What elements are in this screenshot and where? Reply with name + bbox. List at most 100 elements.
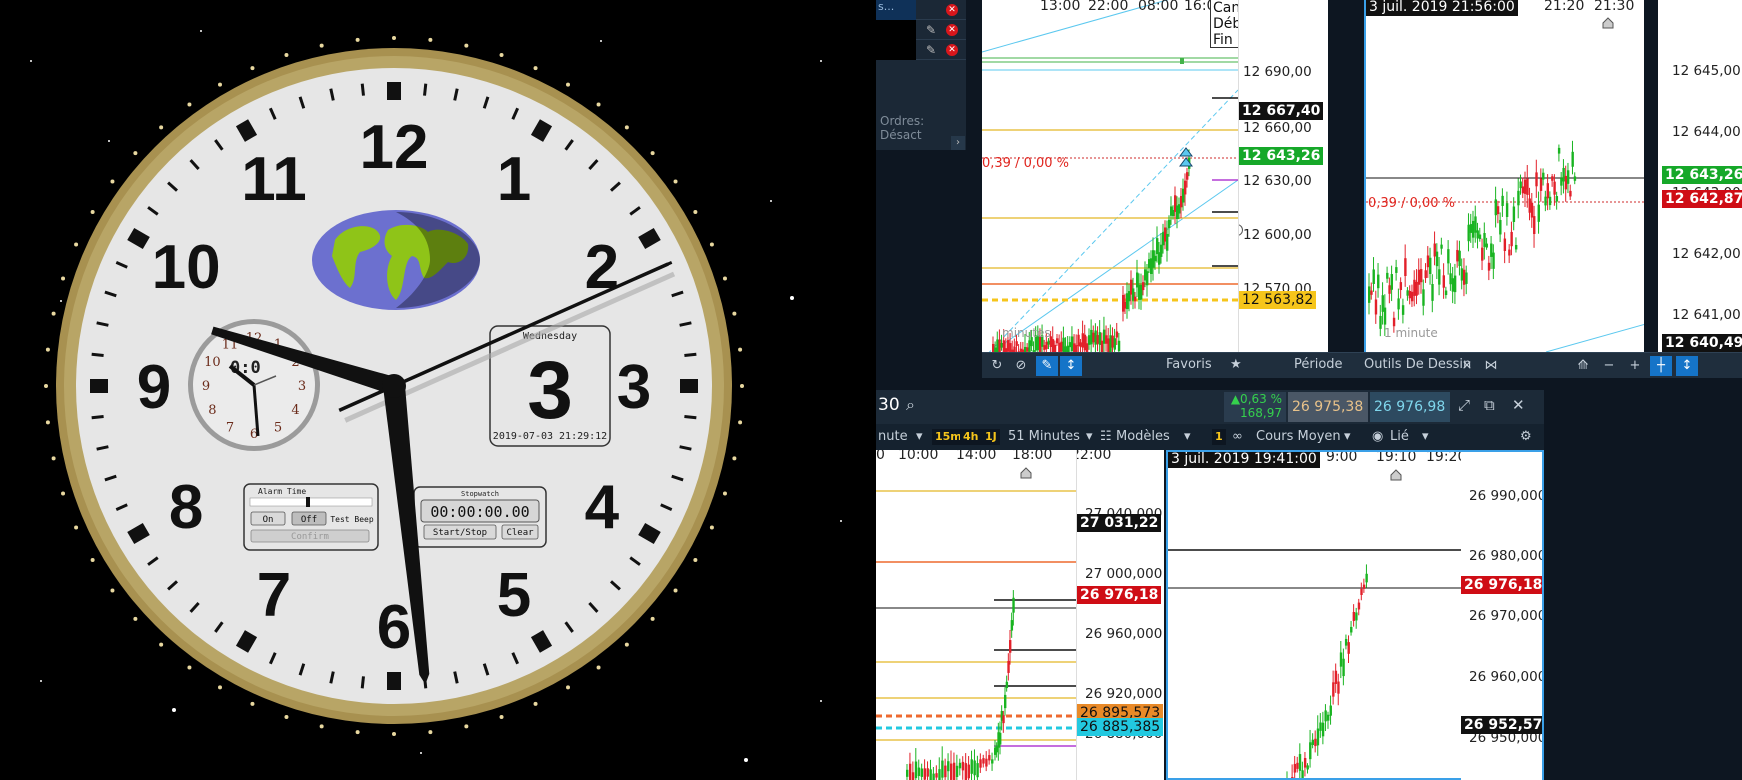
candle-body — [1332, 682, 1335, 697]
candle-body — [1512, 206, 1516, 223]
refresh-icon[interactable]: ↻ — [986, 356, 1008, 376]
interval-dropdown[interactable]: nute — [878, 429, 908, 444]
candle-body — [1413, 279, 1416, 296]
chart-nasdaq-1min[interactable]: 3 juil. 2019 21:56:00 21:20 21:30 0,39 /… — [1364, 0, 1644, 352]
price-label: 26 920,000 — [1085, 686, 1163, 702]
candle-body — [1460, 268, 1464, 281]
candlestick-series — [992, 149, 1191, 352]
order-row[interactable]: ✎ ✕ — [876, 20, 966, 40]
alarm-on-button[interactable]: On — [250, 511, 286, 526]
alarm-slider-handle[interactable] — [306, 497, 310, 507]
period-button[interactable]: Période — [1294, 357, 1343, 372]
candle-body — [1530, 202, 1534, 218]
interval-select[interactable]: 51 Minutes — [1008, 429, 1080, 444]
zoom-out-icon[interactable]: − — [1598, 356, 1620, 376]
candle-body — [1362, 584, 1366, 589]
chevron-down-icon[interactable]: ▾ — [1422, 429, 1429, 444]
popout-icon[interactable]: ⧉ — [1484, 396, 1495, 414]
crosshair-tool-icon[interactable]: ┼ — [1650, 356, 1672, 376]
price-axis[interactable]: 12 645,00 12 644,00 12 643,00 12 642,00 … — [1658, 0, 1742, 352]
orders-panel: s... ✕ ✎ ✕ ✎ ✕ Ordres: Désact › — [876, 0, 966, 150]
star-icon[interactable]: ★ — [1230, 357, 1242, 372]
close-order-icon[interactable]: ✕ — [946, 44, 958, 56]
zoom-in-icon[interactable]: + — [1624, 356, 1646, 376]
candle-body — [1077, 334, 1080, 347]
outer-marker — [673, 179, 678, 184]
chevron-down-icon[interactable]: ▾ — [1086, 429, 1093, 444]
vertical-tool-icon[interactable]: ↕ — [1676, 356, 1698, 376]
candle-body — [1352, 611, 1356, 621]
candle-body — [1368, 286, 1371, 303]
candle-body — [1397, 298, 1400, 310]
price-label: 26 960,000 — [1469, 669, 1544, 685]
linked-dropdown[interactable]: Lié — [1390, 429, 1409, 444]
alarm-test-button[interactable]: Test Beep — [330, 515, 374, 524]
candle-body — [1146, 271, 1149, 286]
price-axis[interactable]: 26 990,000 26 980,000 26 970,000 26 960,… — [1461, 450, 1544, 780]
ask-price[interactable]: 26 976,98 — [1370, 392, 1450, 422]
gear-icon[interactable]: ⚙ — [1520, 429, 1532, 444]
price-label: 12 630,00 — [1243, 173, 1312, 189]
candle-body — [1075, 345, 1078, 352]
candle-body — [1096, 335, 1099, 344]
candle-body — [1555, 196, 1559, 202]
chart-dow-1min[interactable]: 3 juil. 2019 19:41:00 9:00 19:10 19:20 — [1166, 450, 1461, 780]
close-icon[interactable]: ✕ — [1512, 396, 1525, 414]
candle-body — [1321, 722, 1325, 737]
candle-body — [970, 759, 973, 774]
draw-pencil-icon[interactable]: ✎ — [1036, 356, 1058, 376]
candle-body — [998, 339, 1001, 352]
candle-body — [1360, 588, 1363, 595]
stopwatch-clear-button[interactable]: Clear — [501, 524, 539, 540]
alarm-off-button[interactable]: Off — [291, 511, 327, 526]
chevron-down-icon[interactable]: ▾ — [1184, 429, 1191, 444]
interval-1j-button[interactable]: 1J — [982, 429, 1000, 445]
chevron-right-icon[interactable]: › — [951, 136, 965, 150]
indicator-count[interactable]: 1 — [1212, 429, 1226, 445]
stopwatch-start-stop-button[interactable]: Start/Stop — [423, 524, 497, 540]
candle-body — [952, 762, 956, 780]
candle-body — [1467, 224, 1470, 242]
candle-body — [992, 343, 995, 352]
indicator-dropdown[interactable]: Cours Moyen — [1256, 429, 1341, 444]
alarm-time-slider[interactable] — [249, 497, 373, 507]
edit-pencil-icon[interactable]: ✎ — [926, 23, 936, 37]
outer-marker — [693, 210, 698, 214]
chevron-down-icon[interactable]: ▾ — [916, 429, 923, 444]
layout-icon[interactable]: ⟰ — [1572, 356, 1594, 376]
candle-body — [1453, 275, 1457, 293]
edit-pencil-icon[interactable]: ✎ — [926, 43, 936, 57]
instrument-title: 30 — [878, 395, 900, 415]
templates-button[interactable]: Modèles — [1116, 429, 1170, 444]
price-axis[interactable]: 22:00 27 040,000 27 000,000 26 960,000 2… — [1076, 450, 1164, 780]
alarm-confirm-button[interactable]: Confirm — [250, 529, 370, 543]
interval-4h-button[interactable]: 4h — [960, 429, 982, 445]
maximize-icon[interactable]: ⤢ — [1458, 396, 1470, 414]
candle-body — [1388, 285, 1391, 294]
candle-body — [1478, 234, 1482, 240]
chart-dow-51min[interactable]: 0 10:00 14:00 18:00 — [876, 450, 1076, 780]
indicator-icon[interactable]: ⨯ — [1456, 356, 1478, 376]
dow-chart-window: 30 ⌕ ▲0,63 % 168,97 26 975,38 26 976,98 … — [876, 390, 1544, 780]
chevron-down-icon[interactable]: ▾ — [1344, 429, 1351, 444]
bid-price[interactable]: 26 975,38 — [1288, 392, 1368, 422]
search-icon[interactable]: ⌕ — [906, 395, 915, 415]
candle-body — [1314, 738, 1317, 747]
outer-marker — [650, 616, 655, 621]
alarm-title: Alarm Time — [258, 487, 306, 496]
strategy-icon[interactable]: ⋈ — [1480, 356, 1502, 376]
candle-body — [1539, 178, 1543, 191]
price-axis[interactable]: 12 690,00 12 660,00 12 630,00 12 600,00 … — [1238, 0, 1328, 352]
date-panel: Wednesday 3 2019-07-03 21:29:12 — [489, 325, 611, 447]
candle-body — [1060, 341, 1063, 352]
close-order-icon[interactable]: ✕ — [946, 24, 958, 36]
chart-nasdaq-10min[interactable]: 13:00 22:00 08:00 16:00 0,39 / 0,00 % mi… — [982, 0, 1238, 352]
candle-body — [1514, 244, 1518, 250]
favorites-button[interactable]: Favoris — [1166, 357, 1212, 372]
cursor-tool-icon[interactable]: ↕ — [1060, 356, 1082, 376]
clock-numeral: 3 — [617, 353, 651, 422]
order-row[interactable]: ✎ ✕ — [876, 40, 966, 60]
outer-marker — [133, 151, 138, 156]
close-order-icon[interactable]: ✕ — [946, 4, 958, 16]
cancel-icon[interactable]: ⊘ — [1010, 356, 1032, 376]
